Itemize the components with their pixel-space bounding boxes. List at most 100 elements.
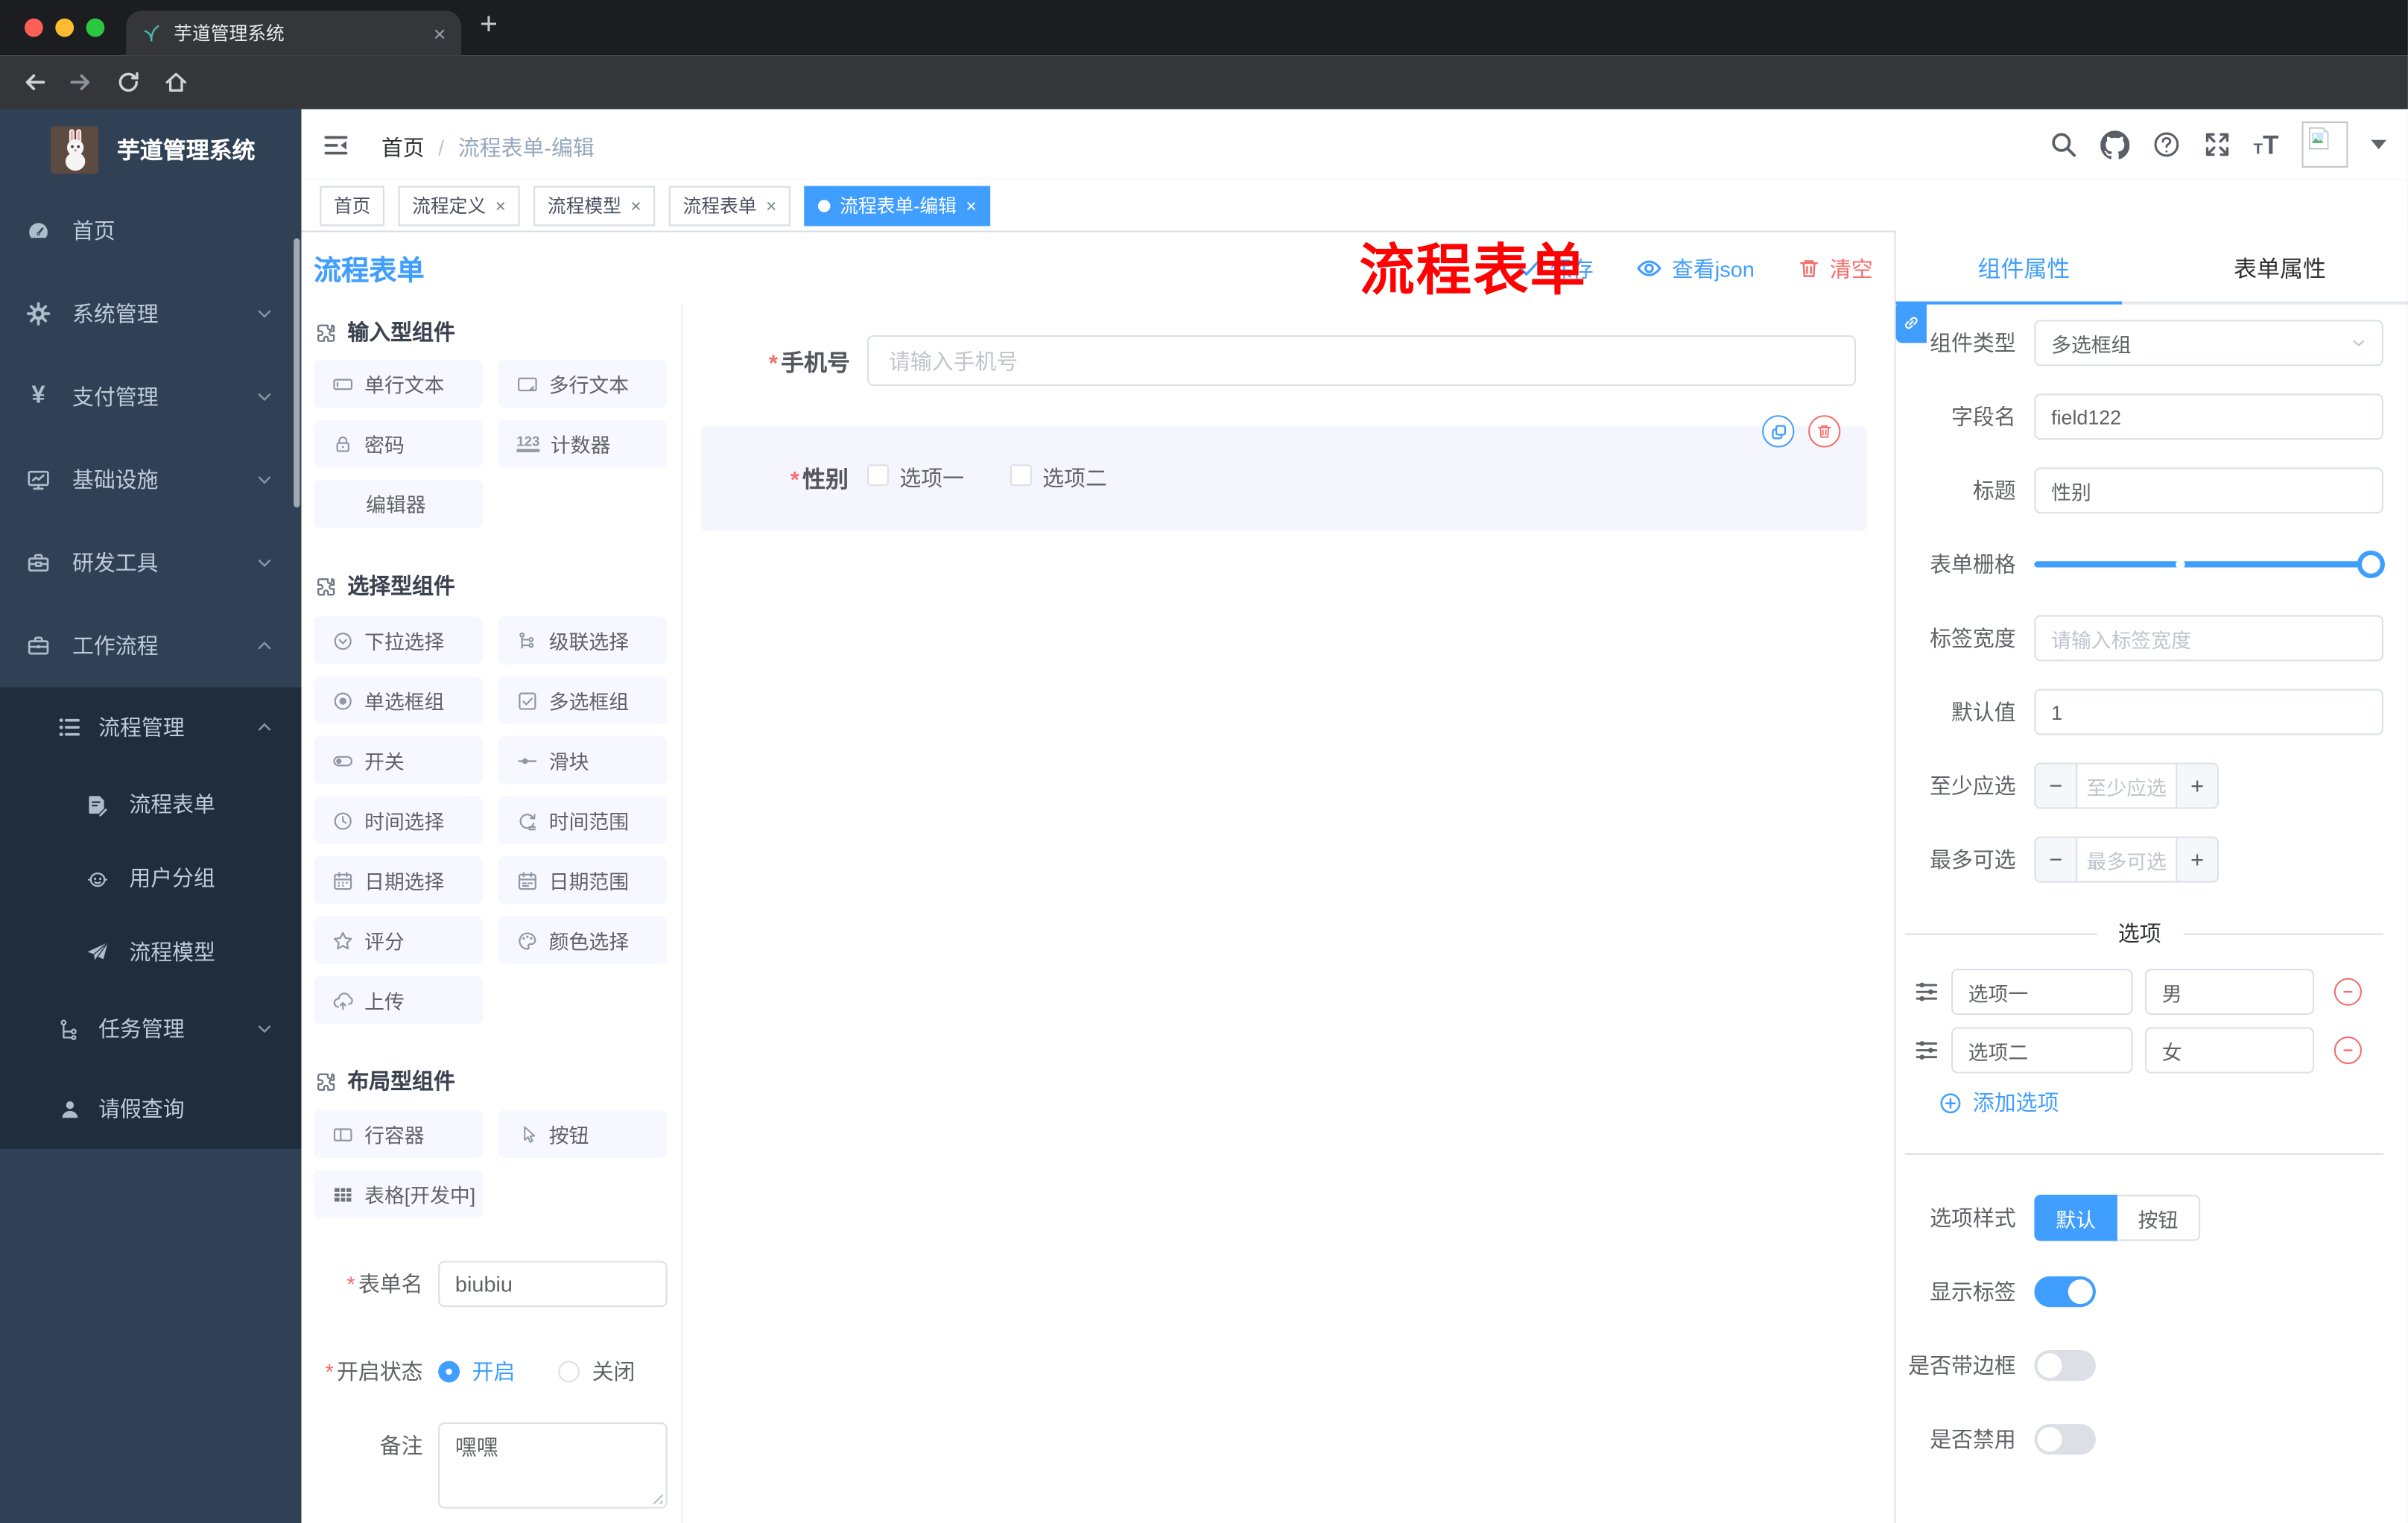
phone-field-input[interactable]: 请输入手机号 <box>866 335 1857 387</box>
remove-option-button[interactable] <box>2333 978 2362 1006</box>
component-button[interactable]: 按钮 <box>498 1110 668 1159</box>
component-slider[interactable]: 滑块 <box>498 736 668 785</box>
component-counter[interactable]: 123 计数器 <box>498 419 668 468</box>
component-switch[interactable]: 开关 <box>314 736 484 785</box>
tag-process-form[interactable]: 流程表单 × <box>668 185 791 226</box>
forward-icon[interactable] <box>68 69 94 95</box>
max-stepper-input[interactable]: 最多可选 <box>2076 838 2178 881</box>
drag-handle-icon[interactable] <box>1914 1038 1939 1063</box>
search-icon[interactable] <box>2049 130 2076 158</box>
github-icon[interactable] <box>2100 130 2129 159</box>
home-icon[interactable] <box>163 69 189 95</box>
minus-button[interactable]: − <box>2035 838 2076 881</box>
window-zoom-button[interactable] <box>86 18 105 37</box>
slider-handle[interactable] <box>2357 550 2385 578</box>
style-default-button[interactable]: 默认 <box>2034 1194 2117 1241</box>
fullscreen-icon[interactable] <box>2202 130 2230 158</box>
component-cascader[interactable]: 级联选择 <box>498 616 668 665</box>
component-date-picker[interactable]: 日期选择 <box>314 856 484 905</box>
option-1-value-input[interactable]: 男 <box>2145 969 2315 1016</box>
sidebar-item-task-mgmt[interactable]: 任务管理 <box>0 989 302 1068</box>
tab-component-props[interactable]: 组件属性 <box>1896 231 2152 305</box>
field-name-input[interactable]: field122 <box>2034 393 2383 440</box>
tab-close-icon[interactable]: × <box>434 22 446 44</box>
sidebar-item-payment[interactable]: ¥ 支付管理 <box>0 355 302 438</box>
show-label-toggle[interactable] <box>2034 1276 2096 1308</box>
radio-off-label[interactable]: 关闭 <box>592 1356 636 1387</box>
add-option-button[interactable]: 添加选项 <box>1896 1086 2383 1119</box>
avatar[interactable] <box>2301 121 2348 168</box>
help-icon[interactable] <box>2152 130 2179 158</box>
component-textarea[interactable]: 多行文本 <box>498 359 668 408</box>
sidebar-item-system[interactable]: 系统管理 <box>0 272 302 355</box>
radio-on[interactable] <box>438 1361 460 1383</box>
breadcrumb-home[interactable]: 首页 <box>381 132 425 162</box>
disabled-toggle[interactable] <box>2034 1424 2096 1455</box>
min-stepper-input[interactable]: 至少应选 <box>2076 764 2178 808</box>
back-icon[interactable] <box>22 69 48 95</box>
sidebar-item-devtools[interactable]: 研发工具 <box>0 522 302 604</box>
component-color-picker[interactable]: 颜色选择 <box>498 916 668 965</box>
component-row-container[interactable]: 行容器 <box>314 1110 484 1159</box>
component-checkbox-group[interactable]: 多选框组 <box>498 677 668 725</box>
sidebar-item-workflow[interactable]: 工作流程 <box>0 604 302 687</box>
window-minimize-button[interactable] <box>55 18 75 37</box>
tag-process-definition[interactable]: 流程定义 × <box>398 185 520 226</box>
tag-close-icon[interactable]: × <box>966 196 976 215</box>
component-editor[interactable]: 编辑器 <box>314 479 484 528</box>
copy-component-button[interactable] <box>1762 415 1795 448</box>
component-time-picker[interactable]: 时间选择 <box>314 797 484 845</box>
label-width-input[interactable]: 请输入标签宽度 <box>2034 615 2383 662</box>
radio-on-label[interactable]: 开启 <box>472 1356 516 1387</box>
plus-button[interactable]: + <box>2177 764 2217 808</box>
tag-home[interactable]: 首页 <box>320 185 384 226</box>
tag-close-icon[interactable]: × <box>495 196 506 215</box>
sidebar-item-process-form[interactable]: 流程表单 <box>0 767 302 841</box>
view-json-button[interactable]: 查看json <box>1637 253 1755 283</box>
radio-off[interactable] <box>558 1361 580 1383</box>
window-close-button[interactable] <box>25 18 43 37</box>
default-value-input[interactable]: 1 <box>2034 688 2383 735</box>
sidebar-scrollbar[interactable] <box>294 238 300 508</box>
clear-button[interactable]: 清空 <box>1798 253 1873 283</box>
delete-component-button[interactable] <box>1808 415 1841 448</box>
sidebar-item-process-model[interactable]: 流程模型 <box>0 915 302 989</box>
sidebar-item-user-group[interactable]: 用户分组 <box>0 841 302 915</box>
app-logo-row[interactable]: 芋道管理系统 <box>0 110 302 189</box>
form-name-input[interactable]: biubiu <box>438 1261 668 1308</box>
option-2-value-input[interactable]: 女 <box>2145 1027 2315 1074</box>
tag-close-icon[interactable]: × <box>630 196 641 215</box>
reload-icon[interactable] <box>115 69 142 95</box>
sidebar-item-process-mgmt[interactable]: 流程管理 <box>0 688 302 767</box>
new-tab-button[interactable]: + <box>480 7 498 42</box>
option-1-label-input[interactable]: 选项一 <box>1951 969 2133 1016</box>
tag-process-model[interactable]: 流程模型 × <box>533 185 656 226</box>
tag-close-icon[interactable]: × <box>766 196 776 215</box>
gender-option-1-label[interactable]: 选项一 <box>899 463 964 493</box>
sidebar-item-infra[interactable]: 基础设施 <box>0 438 302 521</box>
component-table[interactable]: 表格[开发中] <box>314 1170 484 1218</box>
form-remark-textarea[interactable]: 嘿嘿 <box>438 1422 668 1509</box>
text-size-icon[interactable]: TT <box>2253 131 2278 157</box>
option-2-label-input[interactable]: 选项二 <box>1951 1027 2133 1074</box>
component-time-range[interactable]: 时间范围 <box>498 797 668 845</box>
style-button-button[interactable]: 按钮 <box>2117 1194 2201 1241</box>
gender-option-2-label[interactable]: 选项二 <box>1042 463 1107 493</box>
component-select[interactable]: 下拉选择 <box>314 616 484 665</box>
plus-button[interactable]: + <box>2177 838 2217 881</box>
sidebar-item-leave-query[interactable]: 请假查询 <box>0 1068 302 1148</box>
component-type-select[interactable]: 多选框组 <box>2034 320 2383 367</box>
remove-option-button[interactable] <box>2333 1036 2362 1065</box>
title-input[interactable]: 性别 <box>2034 467 2383 514</box>
hamburger-icon[interactable] <box>323 132 349 158</box>
drag-handle-icon[interactable] <box>1914 980 1939 1004</box>
minus-button[interactable]: − <box>2035 764 2076 808</box>
component-upload[interactable]: 上传 <box>314 976 484 1025</box>
browser-tab[interactable]: 芋道管理系统 × <box>126 10 462 56</box>
sidebar-item-home[interactable]: 首页 <box>0 189 302 272</box>
border-toggle[interactable] <box>2034 1350 2096 1381</box>
form-canvas[interactable]: * 手机号 请输入手机号 * 性别 选项一 选项二 <box>682 304 1895 1523</box>
component-rate[interactable]: 评分 <box>314 916 484 965</box>
avatar-caret-icon[interactable] <box>2371 139 2387 150</box>
tab-form-props[interactable]: 表单属性 <box>2152 231 2408 305</box>
